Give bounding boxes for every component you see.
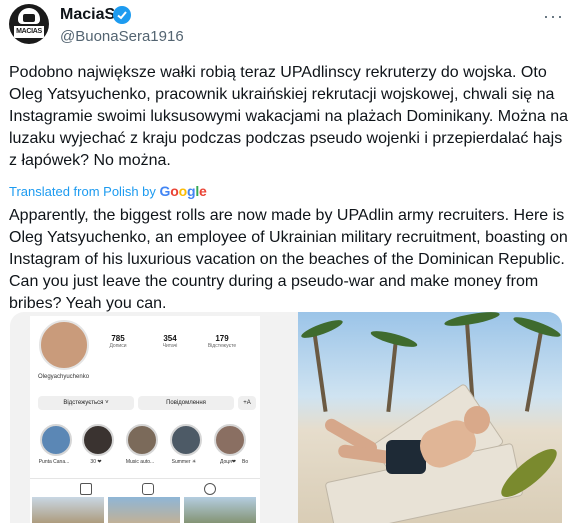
instagram-post-thumbnail xyxy=(184,497,256,523)
more-options-icon[interactable]: ··· xyxy=(543,6,564,27)
instagram-stat-value: 785 xyxy=(111,334,125,343)
instagram-post-thumbnail xyxy=(108,497,180,523)
palm-trunk xyxy=(524,330,544,412)
instagram-highlight xyxy=(82,424,114,456)
instagram-add-button: +A xyxy=(238,396,256,410)
palm-frond xyxy=(511,313,562,341)
instagram-stat-label: Читачі xyxy=(162,343,178,349)
instagram-profile-screenshot[interactable]: Olegyachyuchenko 785 Дописи 354 Читачі 1… xyxy=(30,316,260,523)
verified-badge-icon xyxy=(113,6,131,24)
reels-icon xyxy=(142,483,154,495)
avatar-banner-text: MACIAS xyxy=(14,26,44,38)
instagram-tabs xyxy=(30,478,260,497)
instagram-stat-value: 354 xyxy=(163,334,177,343)
instagram-username: Olegyachyuchenko xyxy=(38,374,90,380)
instagram-highlight-label: 30 ❤ xyxy=(90,459,102,465)
tagged-icon xyxy=(204,483,216,495)
instagram-message-button: Повідомлення xyxy=(138,396,234,410)
tweet-header: MACIAS MaciaS @BuonaSera1916 ··· xyxy=(0,0,579,56)
instagram-follow-button: Відстежується ˅ xyxy=(38,396,134,410)
instagram-post-thumbnail xyxy=(32,497,104,523)
palm-trunk xyxy=(312,332,328,412)
instagram-avatar xyxy=(39,320,89,370)
beach-photo[interactable] xyxy=(298,312,562,523)
instagram-highlight xyxy=(214,424,246,456)
translation-label[interactable]: Translated from Polish by xyxy=(9,184,156,199)
author-name[interactable]: MaciaS xyxy=(60,6,115,24)
instagram-stat-following: 179 Відстежуєте xyxy=(202,334,242,349)
palm-frond xyxy=(299,316,345,342)
instagram-stat-label: Відстежуєте xyxy=(207,343,237,349)
author-handle[interactable]: @BuonaSera1916 xyxy=(60,28,184,45)
instagram-highlight xyxy=(126,424,158,456)
grid-icon xyxy=(80,483,92,495)
instagram-stat-value: 179 xyxy=(215,334,229,343)
instagram-highlight-label: Summer ☀ xyxy=(171,459,197,465)
translation-attribution: Translated from Polish by Google xyxy=(9,183,207,199)
instagram-highlight-label: Доця❤ xyxy=(220,459,236,465)
tweet-media[interactable]: Olegyachyuchenko 785 Дописи 354 Читачі 1… xyxy=(10,312,562,523)
instagram-stat-posts: 785 Дописи xyxy=(98,334,138,349)
instagram-highlight xyxy=(170,424,202,456)
palm-frond xyxy=(443,312,501,329)
google-logo: Google xyxy=(159,183,207,199)
instagram-stat-followers: 354 Читачі xyxy=(150,334,190,349)
instagram-highlight-label: Bo xyxy=(242,459,249,465)
person-head xyxy=(464,406,490,434)
instagram-stat-label: Дописи xyxy=(109,343,127,349)
tweet-original-text: Podobno największe wałki robią teraz UPA… xyxy=(9,64,569,169)
tweet-translated-text: Apparently, the biggest rolls are now ma… xyxy=(9,207,568,312)
instagram-highlight xyxy=(40,424,72,456)
palm-trunk xyxy=(386,341,398,413)
instagram-highlight-label: Punta Cana... xyxy=(38,459,70,465)
avatar-face xyxy=(23,14,35,22)
author-avatar[interactable]: MACIAS xyxy=(9,4,49,44)
instagram-highlight-label: Music auto... xyxy=(125,459,155,465)
